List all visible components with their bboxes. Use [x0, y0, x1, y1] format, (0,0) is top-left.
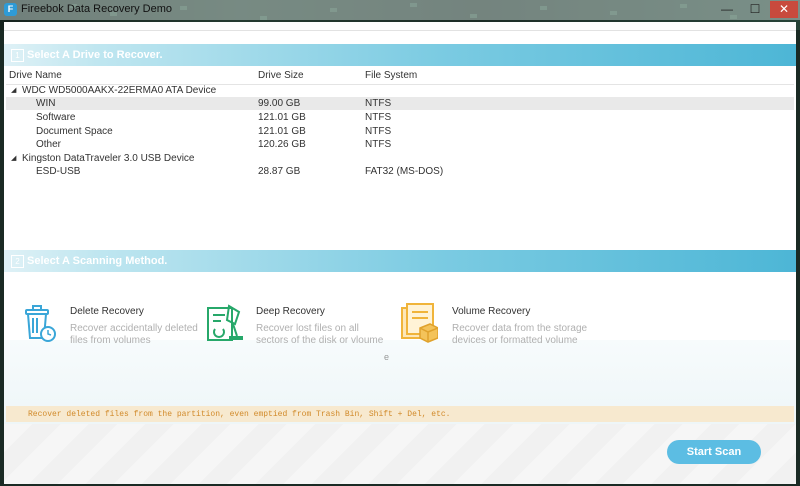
scan-section-title: Select A Scanning Method.: [27, 255, 168, 267]
partition-fs: NTFS: [365, 139, 392, 150]
method-name: Delete Recovery: [70, 306, 144, 317]
partition-name: WIN: [36, 98, 56, 109]
partition-row-software[interactable]: Software 121.01 GB NTFS: [6, 111, 794, 124]
partition-size: 121.01 GB: [258, 112, 306, 123]
scan-section-header: 2 Select A Scanning Method.: [4, 250, 796, 272]
step-number-2: 2: [11, 255, 24, 268]
table-header: Drive Name Drive Size File System: [6, 66, 794, 85]
expand-triangle-icon[interactable]: ◢: [11, 154, 16, 162]
device-name: WDC WD5000AAKX-22ERMA0 ATA Device: [22, 85, 217, 96]
partition-size: 121.01 GB: [258, 126, 306, 137]
method-description: Recover accidentally deleted files from …: [70, 323, 198, 346]
column-drive-size[interactable]: Drive Size: [258, 70, 304, 81]
column-file-system[interactable]: File System: [365, 70, 417, 81]
partition-name: Other: [36, 139, 62, 150]
partition-name: Software: [36, 112, 76, 123]
device-row-kingston[interactable]: ◢ Kingston DataTraveler 3.0 USB Device: [6, 152, 794, 165]
partition-row-win[interactable]: WIN 99.00 GB NTFS: [6, 97, 794, 110]
stray-text: e: [384, 352, 390, 362]
partition-row-document-space[interactable]: Document Space 121.01 GB NTFS: [6, 125, 794, 138]
step-number-1: 1: [11, 49, 24, 62]
device-row-wdc[interactable]: ◢ WDC WD5000AAKX-22ERMA0 ATA Device: [6, 84, 794, 97]
title-bar[interactable]: F Fireebok Data Recovery Demo — ☐ ✕: [0, 0, 800, 20]
maximize-button[interactable]: ☐: [742, 1, 768, 18]
drive-table: Drive Name Drive Size File System ◢ WDC …: [6, 66, 794, 267]
partition-fs: FAT32 (MS-DOS): [365, 166, 444, 177]
app-window: F Fireebok Data Recovery Demo — ☐ ✕ 1 Se…: [0, 0, 800, 486]
volume-files-icon: [401, 303, 438, 343]
partition-name: ESD-USB: [36, 166, 81, 177]
window-title: Fireebok Data Recovery Demo: [21, 3, 173, 15]
method-description: Recover data from the storage devices or…: [452, 323, 588, 346]
partition-row-other[interactable]: Other 120.26 GB NTFS: [6, 138, 794, 151]
drive-section-header: 1 Select A Drive to Recover.: [4, 44, 796, 66]
partition-fs: NTFS: [365, 98, 392, 109]
expand-triangle-icon[interactable]: ◢: [11, 86, 16, 94]
footer-area: Start Scan: [4, 424, 796, 484]
method-name: Deep Recovery: [256, 306, 325, 317]
drive-section-title: Select A Drive to Recover.: [27, 49, 163, 61]
app-logo-icon: F: [4, 3, 17, 16]
trash-clock-icon: [25, 305, 56, 342]
partition-name: Document Space: [36, 126, 113, 137]
method-hint-bar: Recover deleted files from the partition…: [6, 406, 794, 422]
top-divider: [4, 22, 796, 31]
partition-fs: NTFS: [365, 126, 392, 137]
method-hint-text: Recover deleted files from the partition…: [28, 410, 451, 419]
method-name: Volume Recovery: [452, 306, 531, 317]
partition-size: 120.26 GB: [258, 139, 306, 150]
start-scan-button[interactable]: Start Scan: [667, 440, 761, 464]
partition-row-esd-usb[interactable]: ESD-USB 28.87 GB FAT32 (MS-DOS): [6, 165, 794, 178]
document-scan-icon: [207, 304, 243, 341]
method-description: Recover lost files on all sectors of the…: [256, 323, 384, 346]
device-name: Kingston DataTraveler 3.0 USB Device: [22, 153, 195, 164]
close-button[interactable]: ✕: [770, 1, 798, 18]
partition-size: 28.87 GB: [258, 166, 301, 177]
minimize-button[interactable]: —: [714, 1, 740, 18]
column-drive-name[interactable]: Drive Name: [9, 70, 62, 81]
app-content: 1 Select A Drive to Recover. Drive Name …: [4, 22, 796, 484]
partition-size: 99.00 GB: [258, 98, 301, 109]
partition-fs: NTFS: [365, 112, 392, 123]
